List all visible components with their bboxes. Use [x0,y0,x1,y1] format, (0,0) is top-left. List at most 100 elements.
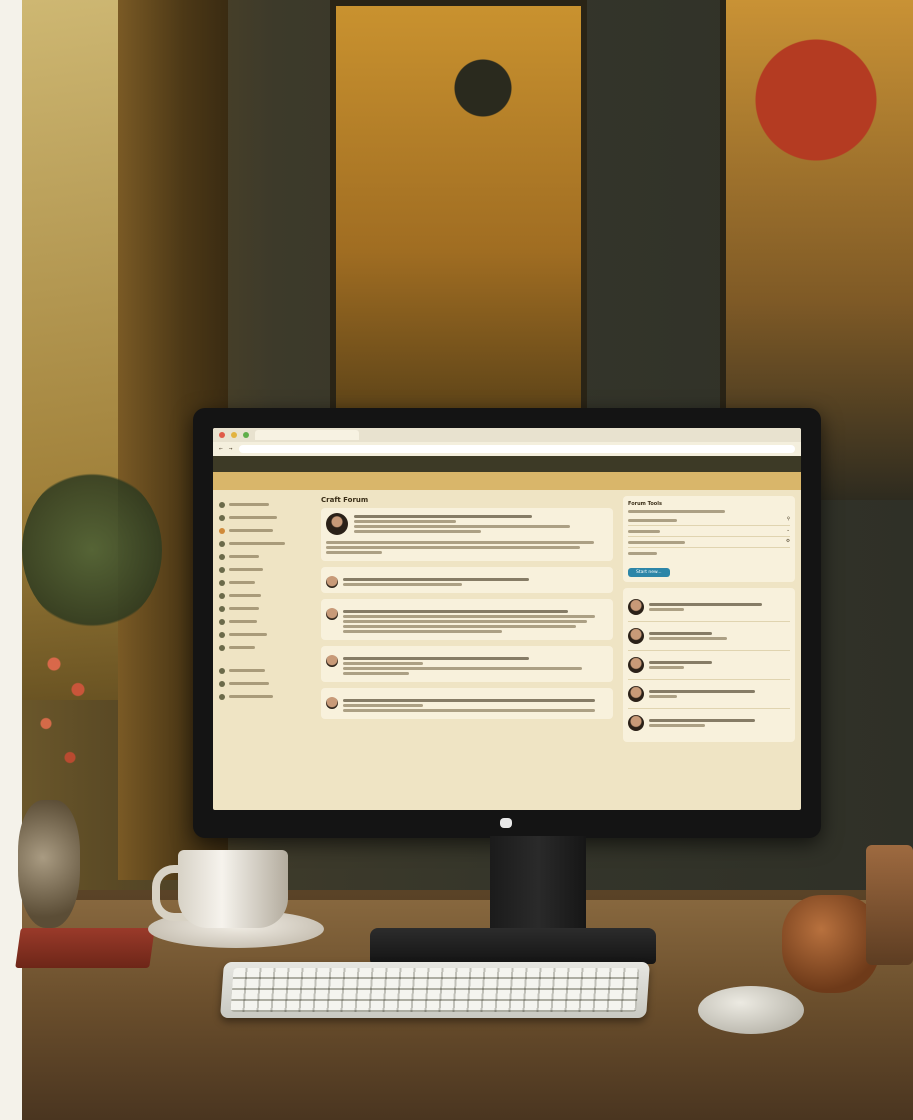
sidebar-label [229,646,255,649]
minimize-dot-icon[interactable] [231,432,237,438]
thread-item[interactable] [321,567,613,593]
member-row[interactable] [628,651,790,680]
member-name [649,719,755,722]
back-arrow-icon[interactable]: ← [219,447,223,452]
monitor-base [370,928,656,964]
thread-meta [343,704,423,707]
nav-icon [219,514,225,521]
address-bar: ← → [213,442,801,456]
profile-bio [354,525,570,528]
sidebar-item[interactable] [219,589,311,602]
sidebar-item[interactable] [219,576,311,589]
sidebar-item[interactable] [219,602,311,615]
screen: ← → Craft Forum Forum Tools ⚲ ⌄ ⚙ Start … [213,428,801,810]
sidebar-item[interactable] [219,563,311,576]
url-field[interactable] [238,445,795,453]
thread-item[interactable] [321,599,613,640]
coffee-cup [178,850,288,928]
site-subnav [213,472,801,490]
photo-scene: ← → Craft Forum Forum Tools ⚲ ⌄ ⚙ Start … [0,0,913,1120]
member-row[interactable] [628,709,790,737]
start-new-button[interactable]: Start new... [628,568,670,577]
thread-item[interactable] [321,688,613,719]
thread-text [343,615,595,618]
sidebar-item[interactable] [219,537,311,550]
avatar[interactable] [628,686,644,702]
apple-logo-icon [500,818,512,828]
sidebar-item[interactable] [219,511,311,524]
member-row[interactable] [628,680,790,709]
maximize-dot-icon[interactable] [243,432,249,438]
member-row[interactable] [628,593,790,622]
page-body: Craft Forum Forum Tools ⚲ ⌄ ⚙ Start new.… [213,490,801,808]
sidebar-item[interactable] [219,677,311,690]
post-text [326,546,580,549]
member-meta [649,666,685,669]
sidebar-item[interactable] [219,628,311,641]
member-meta [649,695,678,698]
panel-subtitle [628,510,726,513]
profile-meta [354,520,456,523]
panel-row[interactable]: ⚙ [628,537,790,548]
book [15,928,155,968]
avatar[interactable] [326,608,338,620]
sidebar-label [229,620,257,623]
sidebar-item[interactable] [219,498,311,511]
thread-text [343,625,577,628]
sidebar-item[interactable] [219,690,311,703]
panel-row[interactable]: ⌄ [628,526,790,537]
close-dot-icon[interactable] [219,432,225,438]
thread-text [343,620,587,623]
panel-title: Forum Tools [628,501,662,507]
member-name [649,603,762,606]
nav-icon [219,667,225,674]
pencil-holder [866,845,913,965]
member-name [649,690,755,693]
sidebar-item[interactable] [219,615,311,628]
sidebar-label [229,503,269,506]
profile-name [354,515,532,518]
avatar[interactable] [326,697,338,709]
sidebar-label [229,594,261,597]
thread-item[interactable] [321,646,613,682]
nav-icon [219,680,225,687]
sidebar-label [229,633,267,636]
avatar[interactable] [628,657,644,673]
sidebar-item[interactable] [219,524,311,537]
right-column: Forum Tools ⚲ ⌄ ⚙ Start new... [617,490,801,808]
nav-icon [219,644,225,651]
avatar[interactable] [326,655,338,667]
nav-icon [219,527,225,534]
sidebar-item[interactable] [219,641,311,654]
avatar[interactable] [628,715,644,731]
flowers [22,630,102,800]
panel-row[interactable]: ⚲ [628,515,790,526]
member-name [649,661,713,664]
browser-tab[interactable] [255,430,359,440]
avatar[interactable] [326,513,348,535]
forward-arrow-icon[interactable]: → [229,447,233,452]
thread-meta [343,662,423,665]
sidebar-item[interactable] [219,550,311,563]
keyboard [220,962,650,1018]
page-title: Craft Forum [321,496,369,504]
avatar[interactable] [628,599,644,615]
member-row[interactable] [628,622,790,651]
nav-icon [219,605,225,612]
avatar[interactable] [628,628,644,644]
thread-title [343,657,529,660]
sidebar-item[interactable] [219,664,311,677]
members-panel [623,588,795,742]
search-icon: ⚲ [786,517,790,522]
profile-bio [354,530,481,533]
plant [22,470,162,630]
member-meta [649,637,727,640]
settings-icon: ⚙ [785,539,790,544]
panel-row[interactable] [628,548,790,558]
avatar[interactable] [326,576,338,588]
post-text [326,551,383,554]
mouse [698,986,804,1034]
member-name [649,632,713,635]
thread-text [343,709,595,712]
vase [18,800,80,928]
